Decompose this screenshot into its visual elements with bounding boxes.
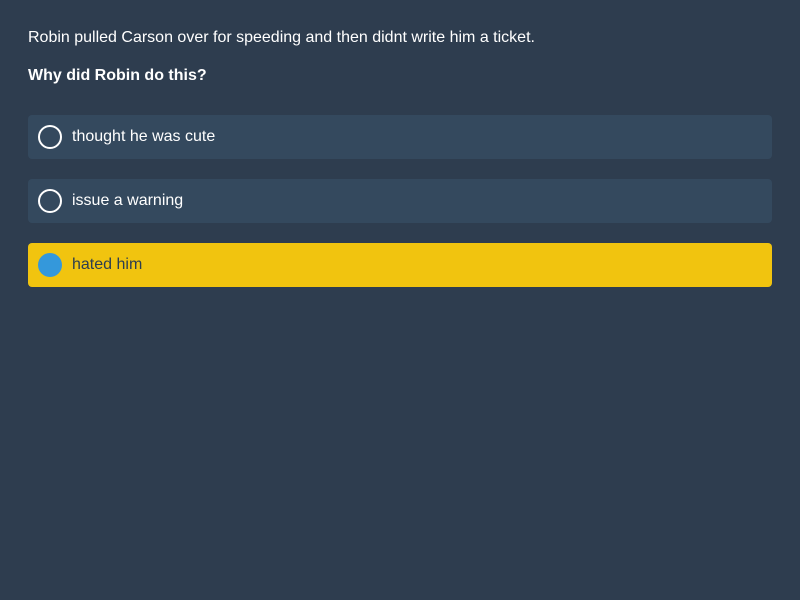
radio-checked-icon[interactable]	[38, 253, 62, 277]
context-text: Robin pulled Carson over for speeding an…	[28, 29, 535, 46]
answer-option-3[interactable]: hated him	[28, 243, 772, 287]
answer-option-2[interactable]: issue a warning	[28, 179, 772, 223]
question-text: Why did Robin do this?	[28, 67, 207, 84]
quiz-page: Robin pulled Carson over for speeding an…	[0, 0, 800, 600]
radio-unchecked-icon[interactable]	[38, 125, 62, 149]
answer-option-1[interactable]: thought he was cute	[28, 115, 772, 159]
answer-option-label: hated him	[72, 256, 143, 273]
answer-options: thought he was cute issue a warning hate…	[28, 115, 772, 307]
answer-option-label: issue a warning	[72, 192, 184, 209]
radio-unchecked-icon[interactable]	[38, 189, 62, 213]
answer-option-label: thought he was cute	[72, 128, 216, 145]
